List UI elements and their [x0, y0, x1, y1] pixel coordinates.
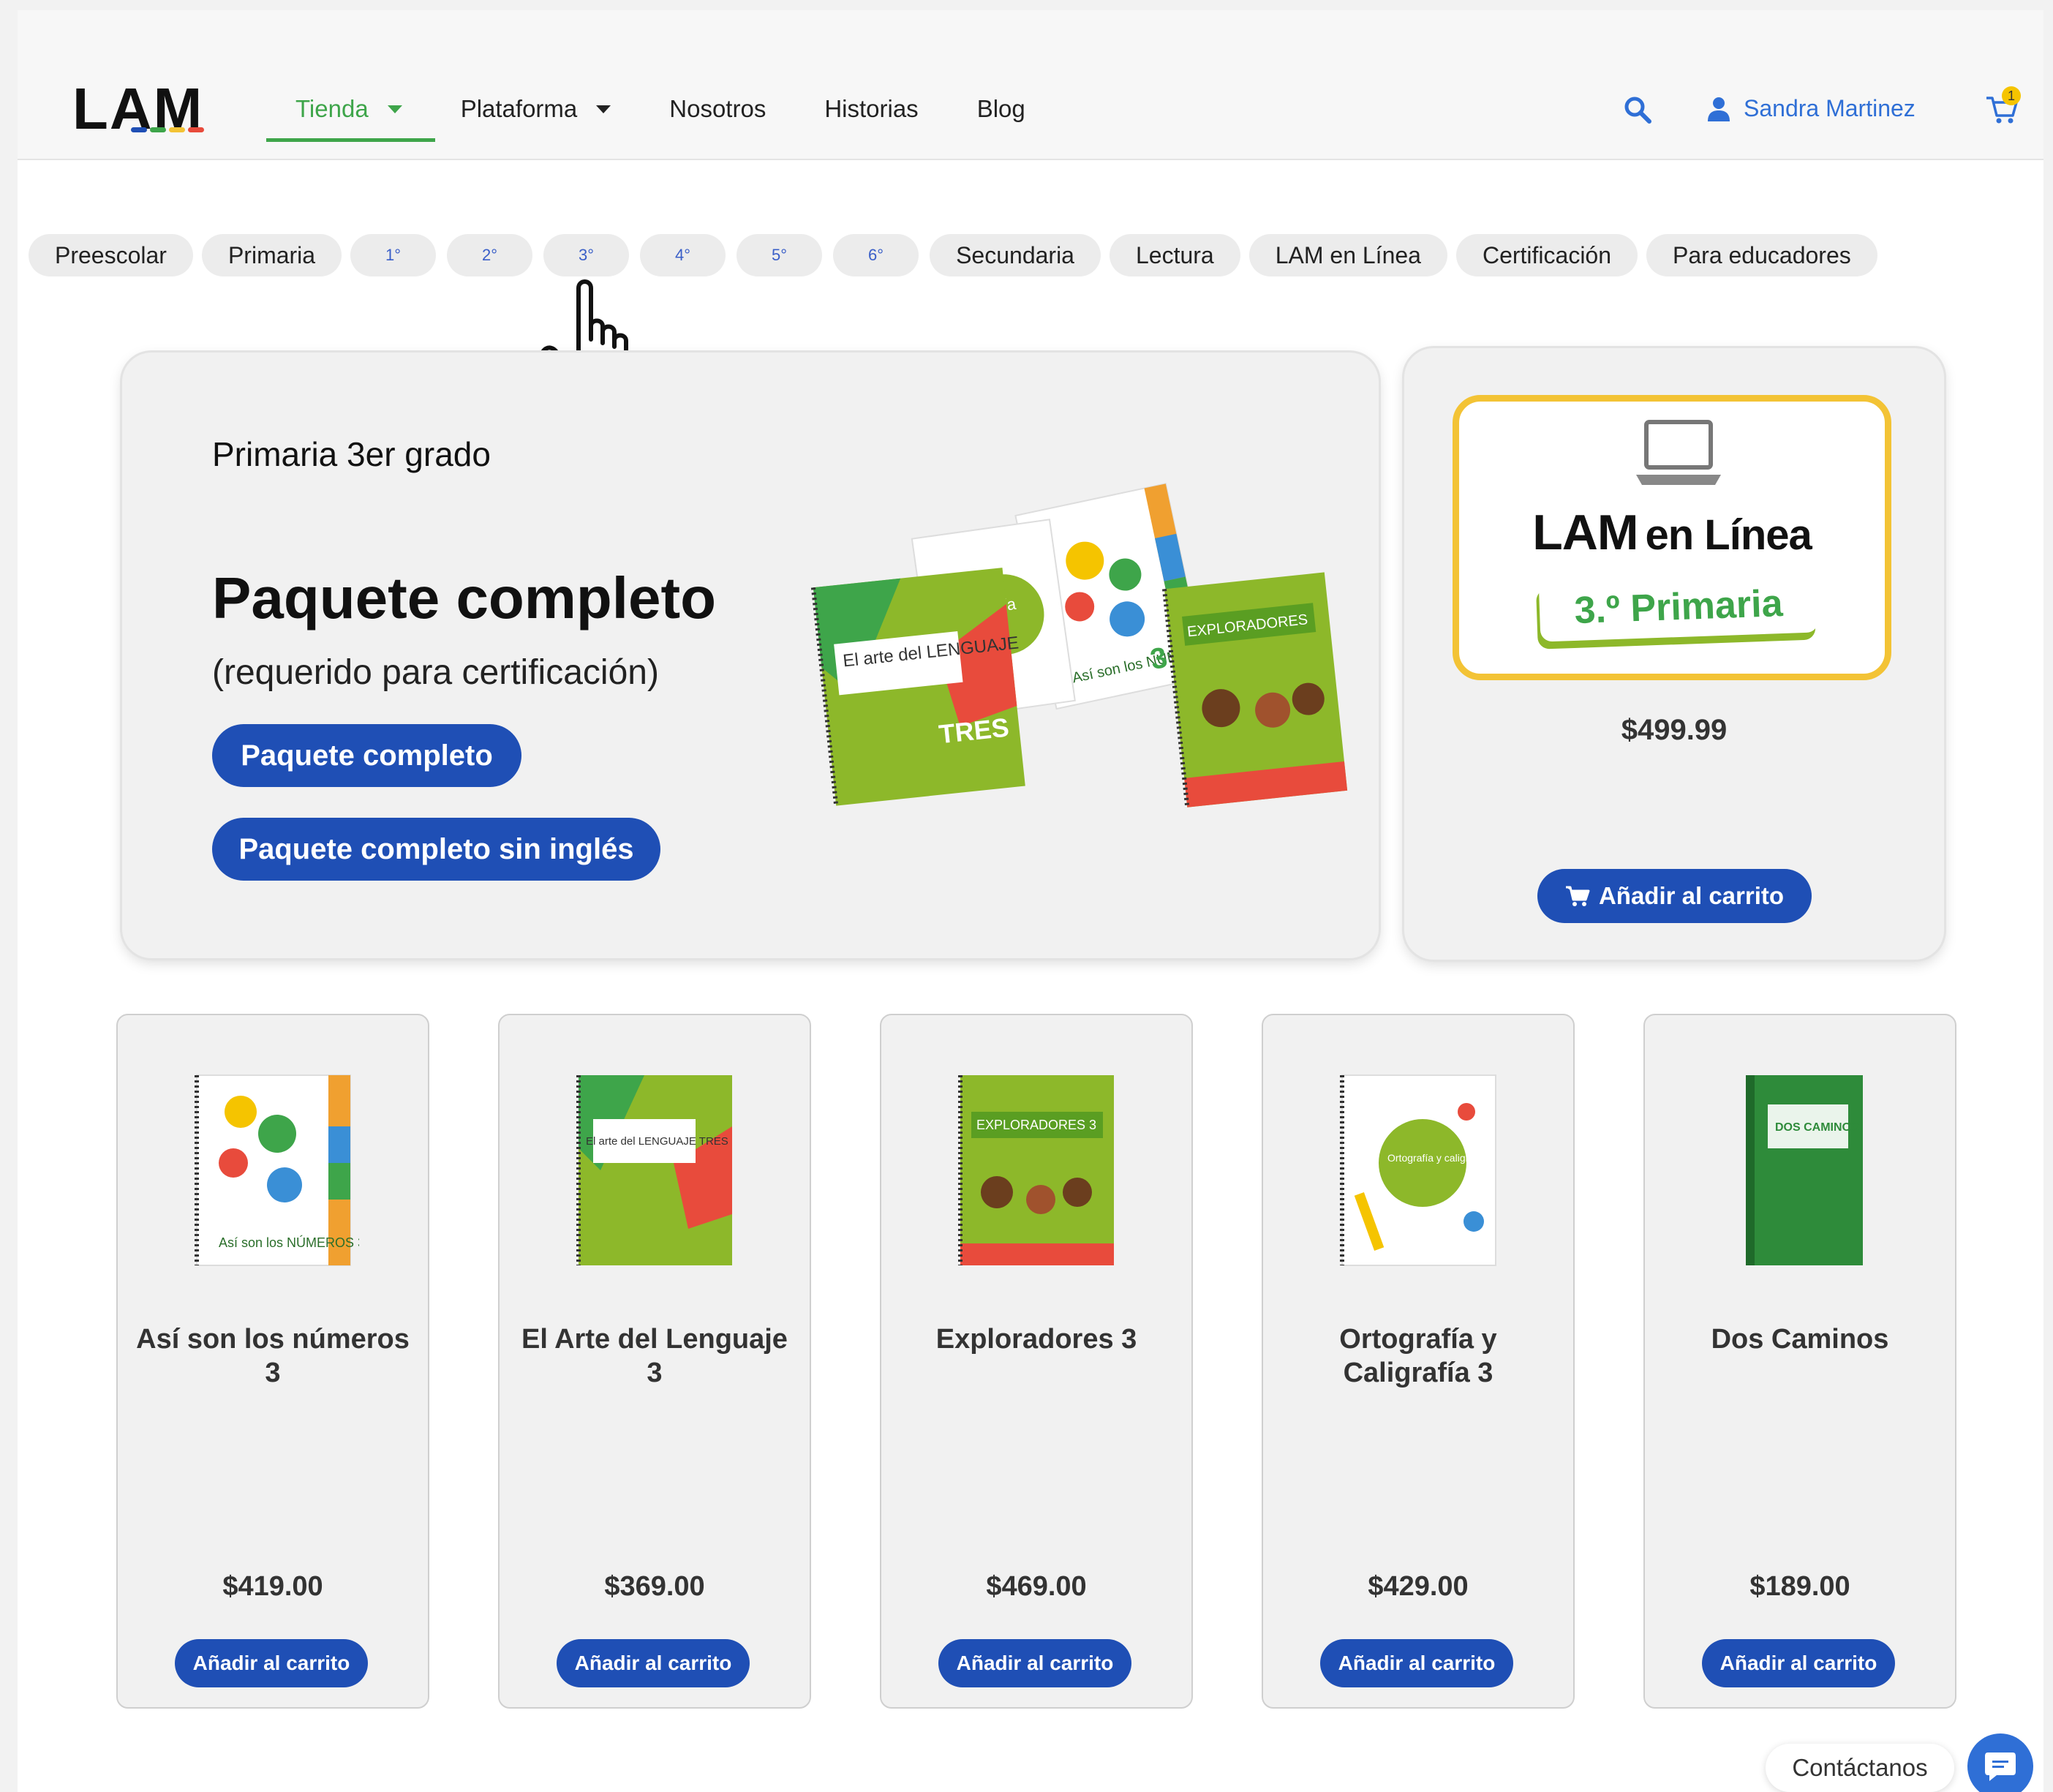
lenguaje-book-cover-image: El arte del LENGUAJE TRES	[576, 1075, 732, 1265]
chevron-down-icon	[387, 105, 402, 113]
filter-grade-2[interactable]: 2°	[447, 234, 533, 276]
filter-primaria[interactable]: Primaria	[201, 234, 342, 276]
main-nav: Tienda Plataforma Nosotros Historias Blo…	[266, 80, 1084, 142]
product-card-dos-caminos: DOS CAMINOS Dos Caminos $189.00 Añadir a…	[1643, 1014, 1956, 1709]
filter-grade-1[interactable]: 1°	[350, 234, 437, 276]
cart-count-badge: 1	[2002, 86, 2021, 105]
nav-nosotros[interactable]: Nosotros	[669, 80, 766, 138]
product-name: El Arte del Lenguaje 3	[521, 1324, 788, 1388]
product-price: $189.00	[1749, 1571, 1850, 1602]
product-name: Exploradores 3	[935, 1324, 1137, 1355]
contact-label[interactable]: Contáctanos	[1766, 1744, 1954, 1792]
laptop-icon	[1636, 420, 1721, 485]
user-account-link[interactable]: Sandra Martinez	[1707, 95, 1915, 122]
cart-icon	[1565, 886, 1590, 906]
filter-lectura[interactable]: Lectura	[1109, 234, 1240, 276]
lam-online-title: LAM en Línea	[1459, 504, 1885, 561]
user-name: Sandra Martinez	[1744, 95, 1915, 121]
logo-color-dots	[131, 127, 204, 132]
lenguaje-cover-text: El arte del LENGUAJE TRES	[586, 1135, 728, 1148]
chat-button[interactable]	[1967, 1733, 2033, 1792]
dos-caminos-book-cover-image: DOS CAMINOS	[1746, 1075, 1863, 1265]
category-filter-bar: Preescolar Primaria 1° 2° 3° 4° 5° 6° Se…	[29, 234, 1886, 276]
product-name: Así son los números 3	[136, 1324, 410, 1388]
lam-online-add-to-cart-label: Añadir al carrito	[1598, 882, 1785, 909]
nav-tienda[interactable]: Tienda	[266, 80, 435, 142]
hero-requirement-note: (requerido para certificación)	[212, 653, 659, 692]
book-bundle-image: Así son los NÚMEROS 3 grafía El arte del…	[810, 483, 1348, 808]
hero-title: Paquete completo	[212, 565, 717, 630]
full-package-no-english-button[interactable]: Paquete completo sin inglés	[212, 818, 660, 881]
numeros-book-cover-image: Así son los NÚMEROS 3	[195, 1074, 359, 1266]
lam-online-price: $499.99	[1621, 714, 1728, 746]
product-name: Dos Caminos	[1711, 1324, 1889, 1355]
product-card-numeros: Así son los NÚMEROS 3 Así son los número…	[116, 1014, 429, 1709]
chat-bubble-icon	[1985, 1753, 2016, 1781]
filter-para-educadores[interactable]: Para educadores	[1646, 234, 1877, 276]
filter-grade-3[interactable]: 3°	[543, 234, 630, 276]
lam-online-title-lam: LAM	[1532, 505, 1638, 560]
ortografia-book-cover-image: Ortografía y caligrafía 3	[1340, 1074, 1496, 1266]
numeros-cover-text: Así son los NÚMEROS 3	[219, 1235, 359, 1250]
filter-preescolar[interactable]: Preescolar	[29, 234, 193, 276]
product-price: $369.00	[604, 1571, 705, 1602]
lam-online-card: LAM en Línea 3.º Primaria $499.99 Añadir …	[1404, 348, 1944, 960]
nav-historias[interactable]: Historias	[824, 80, 918, 138]
dos-caminos-cover-text: DOS CAMINOS	[1775, 1121, 1859, 1134]
product-card-ortografia: Ortografía y caligrafía 3 Ortografía y C…	[1262, 1014, 1575, 1709]
exploradores-book-cover-image: EXPLORADORES 3	[958, 1075, 1114, 1265]
nav-plataforma[interactable]: Plataforma	[461, 80, 611, 138]
nav-plataforma-label: Plataforma	[460, 95, 578, 122]
add-to-cart-button[interactable]: Añadir al carrito	[1320, 1639, 1513, 1687]
filter-certificacion[interactable]: Certificación	[1455, 234, 1638, 276]
ortografia-cover-text: Ortografía y caligrafía 3	[1387, 1152, 1495, 1164]
lam-online-banner[interactable]: LAM en Línea 3.º Primaria	[1453, 395, 1891, 680]
product-price: $419.00	[222, 1571, 323, 1602]
exploradores-cover-text: EXPLORADORES 3	[976, 1118, 1096, 1132]
add-to-cart-button[interactable]: Añadir al carrito	[938, 1639, 1131, 1687]
page: LAM Tienda Plataforma Nosotros Historias…	[18, 10, 2043, 1792]
site-header: LAM Tienda Plataforma Nosotros Historias…	[18, 10, 2043, 160]
user-icon	[1708, 97, 1730, 121]
filter-grade-4[interactable]: 4°	[640, 234, 726, 276]
lam-online-add-to-cart-button[interactable]: Añadir al carrito	[1537, 869, 1812, 923]
filter-grade-5[interactable]: 5°	[737, 234, 823, 276]
product-name: Ortografía y Caligrafía 3	[1339, 1324, 1497, 1388]
add-to-cart-button[interactable]: Añadir al carrito	[175, 1639, 368, 1687]
filter-grade-6[interactable]: 6°	[833, 234, 919, 276]
chevron-down-icon	[596, 105, 611, 113]
filter-secundaria[interactable]: Secundaria	[930, 234, 1101, 276]
package-hero-card: Primaria 3er grado Paquete completo (req…	[122, 353, 1379, 958]
product-price: $469.00	[986, 1571, 1087, 1602]
add-to-cart-button[interactable]: Añadir al carrito	[1702, 1639, 1895, 1687]
product-card-lenguaje: El arte del LENGUAJE TRES El Arte del Le…	[498, 1014, 811, 1709]
product-price: $429.00	[1368, 1571, 1469, 1602]
nav-tienda-label: Tienda	[295, 95, 369, 122]
search-icon[interactable]	[1623, 95, 1652, 124]
lam-online-title-rest: en Línea	[1645, 511, 1812, 559]
full-package-button[interactable]: Paquete completo	[212, 724, 521, 787]
nav-blog[interactable]: Blog	[977, 80, 1025, 138]
product-card-exploradores: EXPLORADORES 3 Exploradores 3 $469.00 Añ…	[880, 1014, 1193, 1709]
grade-tag: 3.º Primaria	[1538, 572, 1819, 642]
hero-grade-subtitle: Primaria 3er grado	[212, 435, 491, 473]
filter-lam-en-linea[interactable]: LAM en Línea	[1248, 234, 1447, 276]
add-to-cart-button[interactable]: Añadir al carrito	[557, 1639, 750, 1687]
